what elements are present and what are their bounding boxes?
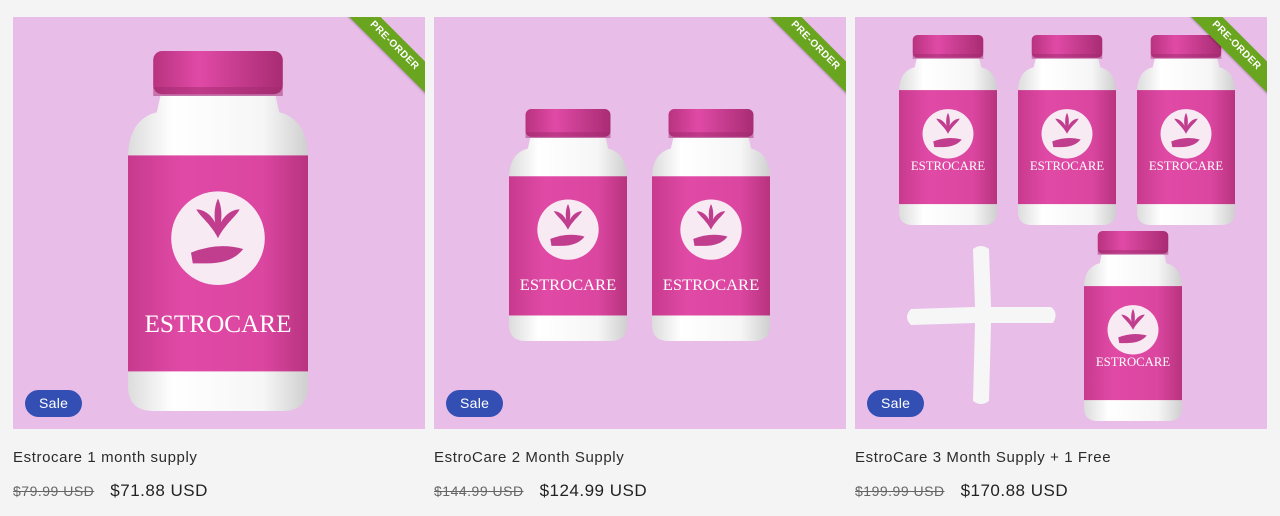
preorder-ribbon: PRE-ORDER <box>335 17 425 107</box>
bottle-brand-text: ESTROCARE <box>1149 159 1224 173</box>
sale-price: $71.88 USD <box>110 481 208 500</box>
preorder-ribbon-label: PRE-ORDER <box>761 17 846 100</box>
bottle-brand-text: ESTROCARE <box>520 275 616 294</box>
sale-price: $170.88 USD <box>960 481 1069 500</box>
product-title[interactable]: EstroCare 3 Month Supply + 1 Free <box>855 449 1267 466</box>
bottle-brand-text: ESTROCARE <box>663 275 759 294</box>
compare-at-price: $199.99 USD <box>855 483 945 499</box>
preorder-ribbon: PRE-ORDER <box>1177 17 1267 107</box>
preorder-ribbon-label: PRE-ORDER <box>340 17 425 100</box>
product-image[interactable]: ESTROCARE ESTROCARE PRE-ORDER Sale <box>434 17 846 429</box>
product-title[interactable]: Estrocare 1 month supply <box>13 449 425 466</box>
bottle-brand-text: ESTROCARE <box>145 311 292 338</box>
sale-badge: Sale <box>25 390 83 417</box>
product-image[interactable]: ESTROCARE PRE-ORDER Sale <box>13 17 425 429</box>
price-row: $199.99 USD $170.88 USD <box>855 481 1267 501</box>
product-card[interactable]: ESTROCARE PRE-ORDER Sale Estrocare 1 mon… <box>13 17 425 501</box>
bottle-brand-text: ESTROCARE <box>911 159 986 173</box>
product-card[interactable]: ESTROCARE ESTROCARE ESTROCARE ESTROCARE <box>855 17 1267 501</box>
price-row: $144.99 USD $124.99 USD <box>434 481 846 501</box>
sale-badge: Sale <box>446 390 504 417</box>
product-card[interactable]: ESTROCARE ESTROCARE PRE-ORDER Sale Estro… <box>434 17 846 501</box>
plus-sign <box>907 246 1056 404</box>
product-image[interactable]: ESTROCARE ESTROCARE ESTROCARE ESTROCARE <box>855 17 1267 429</box>
bottle-brand-text: ESTROCARE <box>1096 355 1171 369</box>
price-row: $79.99 USD $71.88 USD <box>13 481 425 501</box>
product-grid: ESTROCARE PRE-ORDER Sale Estrocare 1 mon… <box>0 0 1280 516</box>
bottle-brand-text: ESTROCARE <box>1030 159 1105 173</box>
compare-at-price: $79.99 USD <box>13 483 95 499</box>
sale-price: $124.99 USD <box>539 481 648 500</box>
compare-at-price: $144.99 USD <box>434 483 524 499</box>
product-title[interactable]: EstroCare 2 Month Supply <box>434 449 846 466</box>
sale-badge: Sale <box>867 390 925 417</box>
preorder-ribbon-label: PRE-ORDER <box>1182 17 1267 100</box>
preorder-ribbon: PRE-ORDER <box>756 17 846 107</box>
